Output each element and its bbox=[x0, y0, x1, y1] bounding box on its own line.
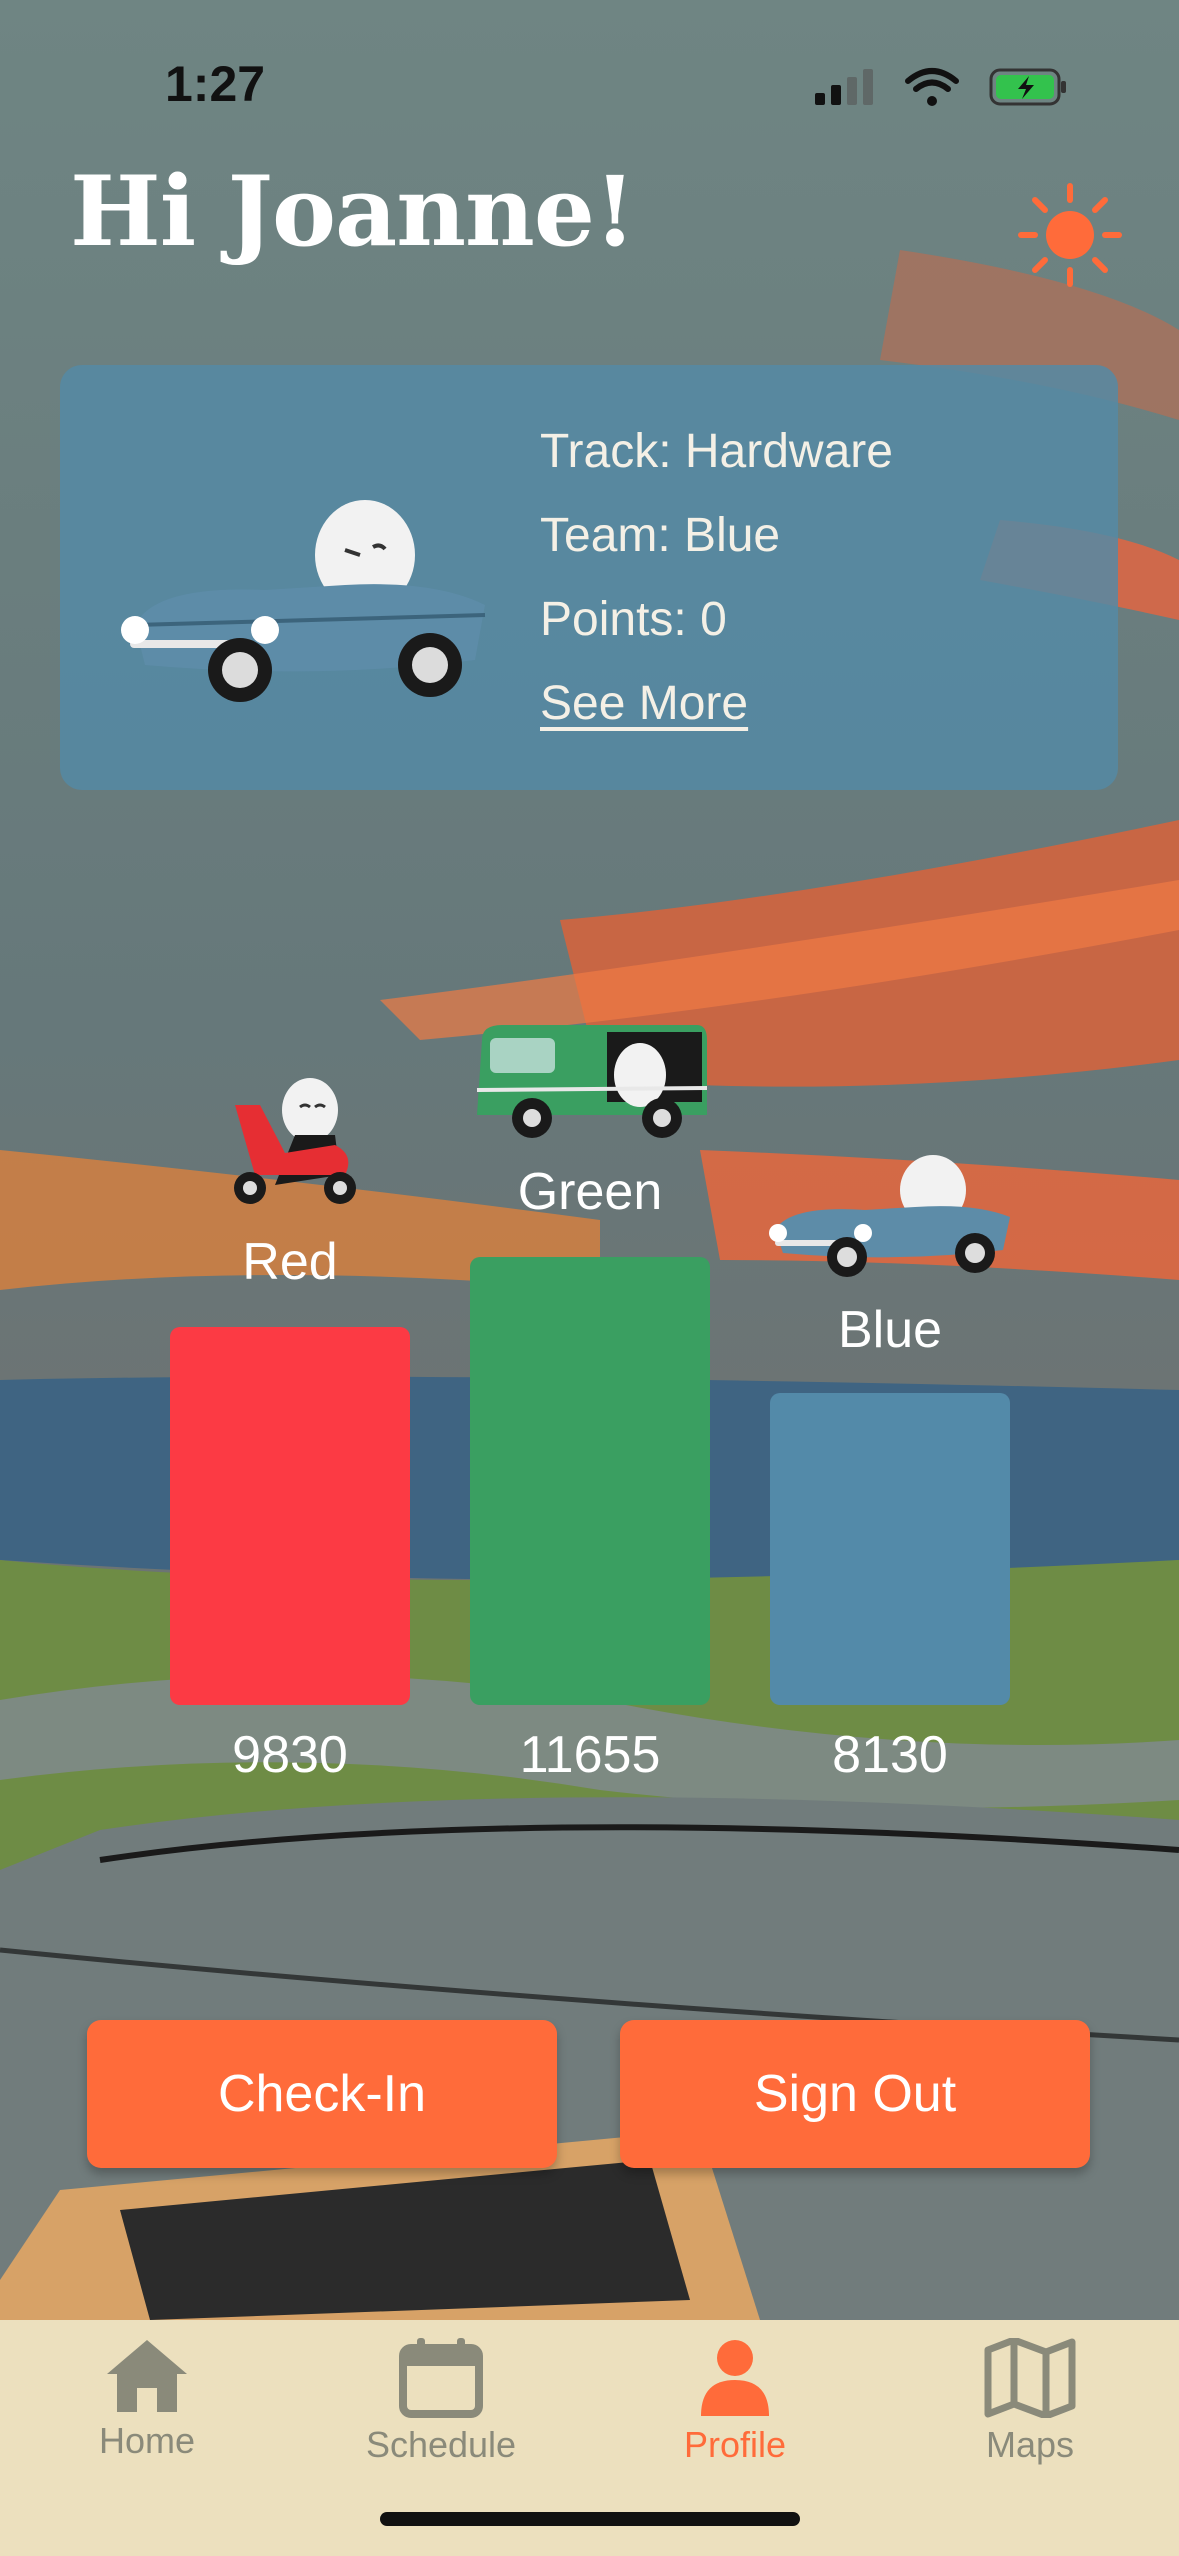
blue-car-mascot-icon bbox=[769, 1155, 1010, 1277]
status-time: 1:27 bbox=[165, 56, 266, 112]
signal-icon bbox=[815, 69, 873, 105]
team-bar-red bbox=[170, 1327, 410, 1705]
greeting-title: Hi Joanne! bbox=[70, 155, 636, 268]
team-label-red: Red bbox=[242, 1233, 338, 1291]
person-icon bbox=[701, 2340, 769, 2416]
see-more-link[interactable]: See More bbox=[540, 662, 893, 746]
team-bar-green bbox=[470, 1257, 710, 1705]
team-score-blue: 8130 bbox=[832, 1726, 948, 1784]
wifi-icon bbox=[905, 68, 959, 106]
tab-maps-label: Maps bbox=[985, 2424, 1075, 2465]
sun-icon[interactable] bbox=[1015, 180, 1125, 290]
status-icons bbox=[815, 62, 1069, 112]
tab-schedule[interactable]: Schedule bbox=[331, 2338, 551, 2498]
team-score-red: 9830 bbox=[232, 1726, 348, 1784]
tab-schedule-label: Schedule bbox=[365, 2424, 517, 2465]
battery-charging-icon bbox=[989, 68, 1066, 106]
points-text: Points: 0 bbox=[540, 593, 727, 646]
track-text: Track: Hardware bbox=[540, 425, 893, 478]
team-score-green: 11655 bbox=[519, 1726, 661, 1784]
red-scooter-mascot-icon bbox=[234, 1078, 356, 1204]
map-icon bbox=[984, 2338, 1076, 2418]
team-label-green: Green bbox=[517, 1163, 663, 1221]
team-label-blue: Blue bbox=[837, 1301, 943, 1359]
tab-home[interactable]: Home bbox=[37, 2338, 257, 2498]
profile-card: Track: Hardware Team: Blue Points: 0 See… bbox=[60, 365, 1118, 790]
tab-profile[interactable]: Profile bbox=[625, 2338, 845, 2498]
calendar-icon bbox=[399, 2338, 483, 2418]
tab-home-label: Home bbox=[98, 2420, 196, 2461]
home-indicator[interactable] bbox=[380, 2512, 800, 2526]
tab-profile-label: Profile bbox=[683, 2424, 787, 2465]
tab-maps[interactable]: Maps bbox=[920, 2338, 1140, 2498]
status-bar: 1:27 bbox=[0, 0, 1179, 150]
team-text: Team: Blue bbox=[540, 509, 781, 562]
blue-car-mascot-icon bbox=[121, 500, 486, 702]
profile-details: Track: Hardware Team: Blue Points: 0 See… bbox=[540, 410, 893, 746]
house-icon bbox=[107, 2340, 187, 2412]
check-in-button[interactable]: Check-In bbox=[87, 2020, 557, 2168]
green-van-mascot-icon bbox=[476, 1025, 708, 1138]
sign-out-button[interactable]: Sign Out bbox=[620, 2020, 1090, 2168]
team-bar-blue bbox=[770, 1393, 1010, 1705]
